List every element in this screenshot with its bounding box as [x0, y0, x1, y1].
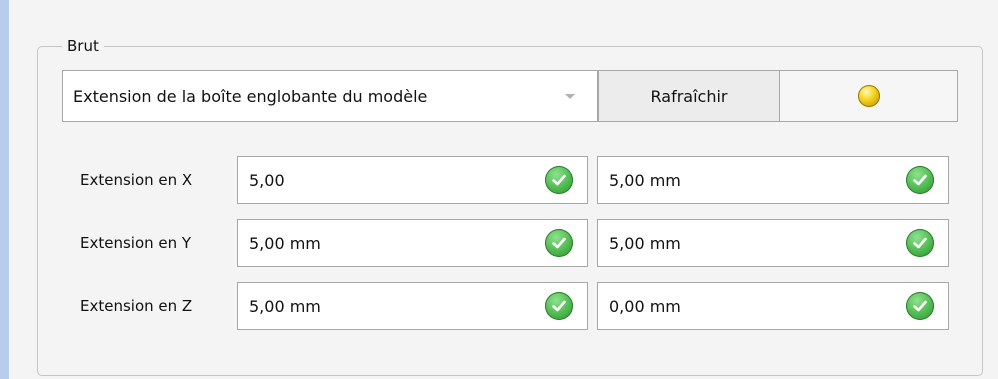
- stock-mode-dropdown[interactable]: Extension de la boîte englobante du modè…: [62, 70, 598, 122]
- extension-y-field-2[interactable]: 5,00 mm: [597, 219, 949, 267]
- status-dot-icon: [857, 85, 880, 107]
- check-circle-icon: [906, 166, 934, 194]
- stock-mode-selected: Extension de la boîte englobante du modè…: [73, 86, 428, 106]
- refresh-button-label: Rafraîchir: [650, 86, 728, 106]
- extension-x-field-1[interactable]: 5,00: [237, 156, 588, 204]
- panel-left-border: [0, 0, 9, 379]
- check-circle-icon: [906, 292, 934, 320]
- extension-y-label: Extension en Y: [80, 234, 192, 252]
- chevron-down-icon[interactable]: [565, 93, 575, 99]
- extension-z-field-1[interactable]: 5,00 mm: [237, 282, 588, 330]
- check-circle-icon: [545, 292, 573, 320]
- extension-z-value-2: 0,00 mm: [609, 296, 681, 316]
- check-circle-icon: [906, 229, 934, 257]
- extension-y-value-1: 5,00 mm: [249, 233, 321, 253]
- extension-z-value-1: 5,00 mm: [249, 296, 321, 316]
- extension-y-field-1[interactable]: 5,00 mm: [237, 219, 588, 267]
- refresh-button[interactable]: Rafraîchir: [598, 70, 780, 122]
- extension-x-label: Extension en X: [80, 171, 193, 189]
- check-circle-icon: [545, 166, 573, 194]
- extension-x-field-2[interactable]: 5,00 mm: [597, 156, 949, 204]
- status-indicator-button[interactable]: [779, 70, 958, 122]
- extension-z-label: Extension en Z: [80, 297, 193, 315]
- extension-z-field-2[interactable]: 0,00 mm: [597, 282, 949, 330]
- check-circle-icon: [545, 229, 573, 257]
- extension-x-value-2: 5,00 mm: [609, 170, 681, 190]
- extension-x-value-1: 5,00: [249, 170, 285, 190]
- extension-y-value-2: 5,00 mm: [609, 233, 681, 253]
- group-title: Brut: [62, 36, 104, 56]
